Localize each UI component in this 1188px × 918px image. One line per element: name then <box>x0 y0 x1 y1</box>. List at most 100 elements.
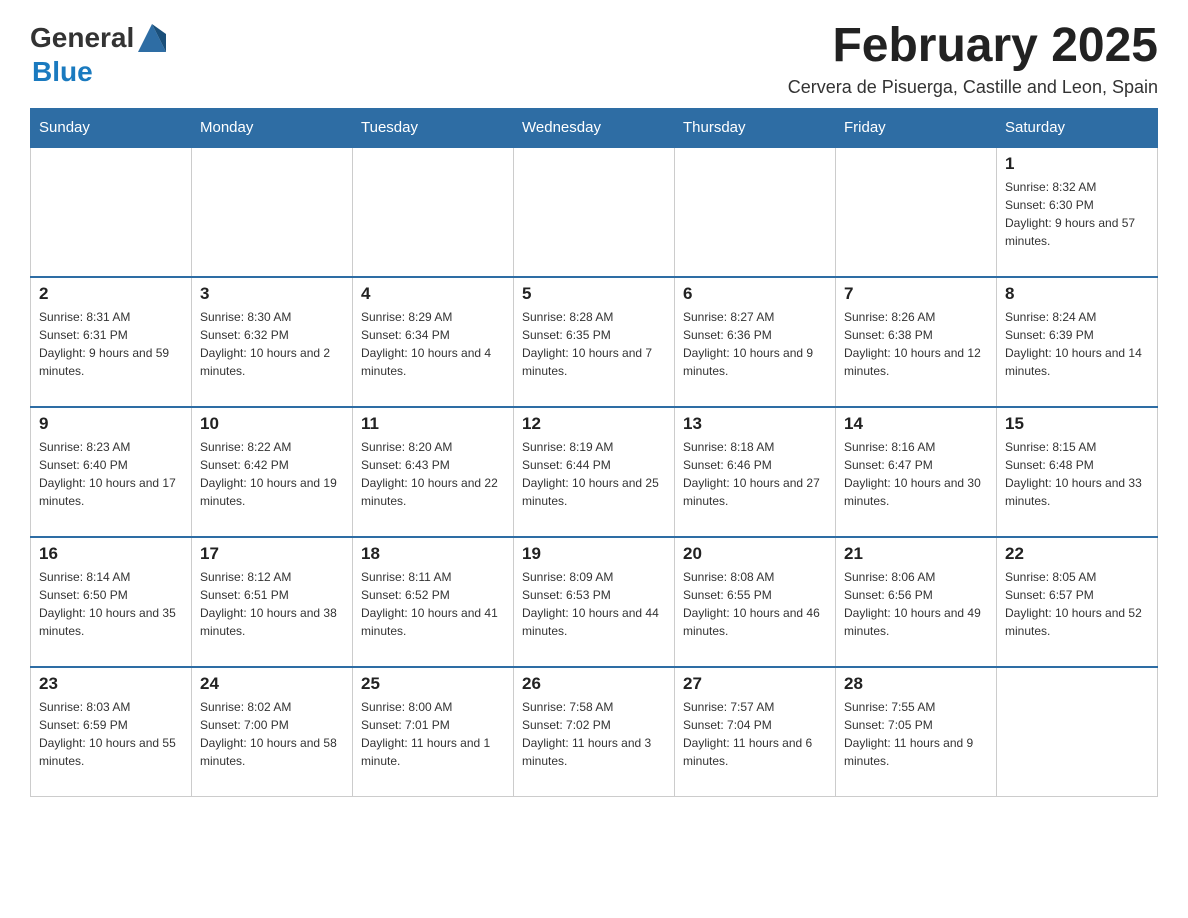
day-cell: 24 Sunrise: 8:02 AMSunset: 7:00 PMDayligh… <box>192 667 353 797</box>
day-cell <box>675 147 836 277</box>
day-cell: 4 Sunrise: 8:29 AMSunset: 6:34 PMDaylight… <box>353 277 514 407</box>
day-number: 16 <box>39 544 183 564</box>
day-number: 27 <box>683 674 827 694</box>
day-number: 28 <box>844 674 988 694</box>
day-info: Sunrise: 8:20 AMSunset: 6:43 PMDaylight:… <box>361 438 505 510</box>
day-number: 12 <box>522 414 666 434</box>
logo-triangle-icon <box>134 20 170 56</box>
week-row-5: 23Sunrise: 8:03 AMSunset: 6:59 PMDayligh… <box>31 667 1158 797</box>
day-info: Sunrise: 8:22 AMSunset: 6:42 PMDaylight:… <box>200 438 344 510</box>
day-info: Sunrise: 8:05 AMSunset: 6:57 PMDaylight:… <box>1005 568 1149 640</box>
day-number: 7 <box>844 284 988 304</box>
day-cell: 19 Sunrise: 8:09 AMSunset: 6:53 PMDayligh… <box>514 537 675 667</box>
logo-general-text: General <box>30 22 134 54</box>
title-section: February 2025 Cervera de Pisuerga, Casti… <box>788 20 1158 98</box>
logo: General Blue <box>30 20 170 88</box>
day-cell: 11 Sunrise: 8:20 AMSunset: 6:43 PMDayligh… <box>353 407 514 537</box>
header-wednesday: Wednesday <box>514 108 675 147</box>
day-number: 15 <box>1005 414 1149 434</box>
day-cell: 20 Sunrise: 8:08 AMSunset: 6:55 PMDayligh… <box>675 537 836 667</box>
week-row-4: 16 Sunrise: 8:14 AMSunset: 6:50 PMDayligh… <box>31 537 1158 667</box>
day-number: 9 <box>39 414 183 434</box>
day-number: 26 <box>522 674 666 694</box>
day-cell: 7 Sunrise: 8:26 AMSunset: 6:38 PMDaylight… <box>836 277 997 407</box>
day-info: Sunrise: 8:18 AMSunset: 6:46 PMDaylight:… <box>683 438 827 510</box>
day-number: 11 <box>361 414 505 434</box>
week-row-2: 2 Sunrise: 8:31 AMSunset: 6:31 PMDaylight… <box>31 277 1158 407</box>
calendar-table: Sunday Monday Tuesday Wednesday Thursday… <box>30 108 1158 798</box>
day-cell: 17Sunrise: 8:12 AMSunset: 6:51 PMDayligh… <box>192 537 353 667</box>
header-saturday: Saturday <box>997 108 1158 147</box>
day-number: 13 <box>683 414 827 434</box>
day-cell: 16 Sunrise: 8:14 AMSunset: 6:50 PMDayligh… <box>31 537 192 667</box>
day-cell: 28 Sunrise: 7:55 AMSunset: 7:05 PMDayligh… <box>836 667 997 797</box>
day-cell <box>192 147 353 277</box>
day-info: Sunrise: 8:26 AMSunset: 6:38 PMDaylight:… <box>844 308 988 380</box>
week-row-1: 1Sunrise: 8:32 AMSunset: 6:30 PMDaylight… <box>31 147 1158 277</box>
day-number: 5 <box>522 284 666 304</box>
day-cell: 21Sunrise: 8:06 AMSunset: 6:56 PMDayligh… <box>836 537 997 667</box>
day-number: 19 <box>522 544 666 564</box>
day-cell <box>31 147 192 277</box>
day-cell <box>514 147 675 277</box>
page-header: General Blue February 2025 Cervera de Pi… <box>30 20 1158 98</box>
day-cell: 23Sunrise: 8:03 AMSunset: 6:59 PMDayligh… <box>31 667 192 797</box>
day-cell: 27Sunrise: 7:57 AMSunset: 7:04 PMDayligh… <box>675 667 836 797</box>
day-cell: 1Sunrise: 8:32 AMSunset: 6:30 PMDaylight… <box>997 147 1158 277</box>
day-info: Sunrise: 8:15 AMSunset: 6:48 PMDaylight:… <box>1005 438 1149 510</box>
day-info: Sunrise: 8:30 AMSunset: 6:32 PMDaylight:… <box>200 308 344 380</box>
day-number: 25 <box>361 674 505 694</box>
day-cell <box>353 147 514 277</box>
day-cell: 22Sunrise: 8:05 AMSunset: 6:57 PMDayligh… <box>997 537 1158 667</box>
day-cell: 6 Sunrise: 8:27 AMSunset: 6:36 PMDaylight… <box>675 277 836 407</box>
day-info: Sunrise: 8:08 AMSunset: 6:55 PMDaylight:… <box>683 568 827 640</box>
day-info: Sunrise: 7:58 AMSunset: 7:02 PMDaylight:… <box>522 698 666 770</box>
day-info: Sunrise: 8:24 AMSunset: 6:39 PMDaylight:… <box>1005 308 1149 380</box>
day-info: Sunrise: 8:31 AMSunset: 6:31 PMDaylight:… <box>39 308 183 380</box>
day-info: Sunrise: 8:23 AMSunset: 6:40 PMDaylight:… <box>39 438 183 510</box>
day-number: 6 <box>683 284 827 304</box>
day-info: Sunrise: 8:16 AMSunset: 6:47 PMDaylight:… <box>844 438 988 510</box>
day-cell: 2 Sunrise: 8:31 AMSunset: 6:31 PMDaylight… <box>31 277 192 407</box>
day-info: Sunrise: 8:02 AMSunset: 7:00 PMDaylight:… <box>200 698 344 770</box>
day-cell <box>997 667 1158 797</box>
day-number: 2 <box>39 284 183 304</box>
day-number: 10 <box>200 414 344 434</box>
day-info: Sunrise: 8:28 AMSunset: 6:35 PMDaylight:… <box>522 308 666 380</box>
day-cell: 10 Sunrise: 8:22 AMSunset: 6:42 PMDayligh… <box>192 407 353 537</box>
day-info: Sunrise: 7:55 AMSunset: 7:05 PMDaylight:… <box>844 698 988 770</box>
logo-blue-text: Blue <box>32 56 170 88</box>
header-tuesday: Tuesday <box>353 108 514 147</box>
header-thursday: Thursday <box>675 108 836 147</box>
day-number: 4 <box>361 284 505 304</box>
day-cell: 18 Sunrise: 8:11 AMSunset: 6:52 PMDayligh… <box>353 537 514 667</box>
location-subtitle: Cervera de Pisuerga, Castille and Leon, … <box>788 77 1158 98</box>
month-title: February 2025 <box>788 20 1158 73</box>
day-cell: 13 Sunrise: 8:18 AMSunset: 6:46 PMDayligh… <box>675 407 836 537</box>
week-row-3: 9 Sunrise: 8:23 AMSunset: 6:40 PMDaylight… <box>31 407 1158 537</box>
day-number: 20 <box>683 544 827 564</box>
day-number: 1 <box>1005 154 1149 174</box>
day-number: 18 <box>361 544 505 564</box>
day-info: Sunrise: 8:29 AMSunset: 6:34 PMDaylight:… <box>361 308 505 380</box>
day-cell: 5 Sunrise: 8:28 AMSunset: 6:35 PMDaylight… <box>514 277 675 407</box>
day-cell: 15 Sunrise: 8:15 AMSunset: 6:48 PMDayligh… <box>997 407 1158 537</box>
day-cell <box>836 147 997 277</box>
day-cell: 9 Sunrise: 8:23 AMSunset: 6:40 PMDaylight… <box>31 407 192 537</box>
day-number: 8 <box>1005 284 1149 304</box>
day-info: Sunrise: 8:14 AMSunset: 6:50 PMDaylight:… <box>39 568 183 640</box>
day-info: Sunrise: 8:19 AMSunset: 6:44 PMDaylight:… <box>522 438 666 510</box>
day-cell: 3 Sunrise: 8:30 AMSunset: 6:32 PMDaylight… <box>192 277 353 407</box>
day-info: Sunrise: 8:11 AMSunset: 6:52 PMDaylight:… <box>361 568 505 640</box>
day-cell: 8 Sunrise: 8:24 AMSunset: 6:39 PMDaylight… <box>997 277 1158 407</box>
day-number: 21 <box>844 544 988 564</box>
day-info: Sunrise: 8:27 AMSunset: 6:36 PMDaylight:… <box>683 308 827 380</box>
day-number: 24 <box>200 674 344 694</box>
day-cell: 12 Sunrise: 8:19 AMSunset: 6:44 PMDayligh… <box>514 407 675 537</box>
day-number: 23 <box>39 674 183 694</box>
day-info: Sunrise: 8:00 AMSunset: 7:01 PMDaylight:… <box>361 698 505 770</box>
day-cell: 14 Sunrise: 8:16 AMSunset: 6:47 PMDayligh… <box>836 407 997 537</box>
day-info: Sunrise: 8:09 AMSunset: 6:53 PMDaylight:… <box>522 568 666 640</box>
day-number: 3 <box>200 284 344 304</box>
day-number: 14 <box>844 414 988 434</box>
